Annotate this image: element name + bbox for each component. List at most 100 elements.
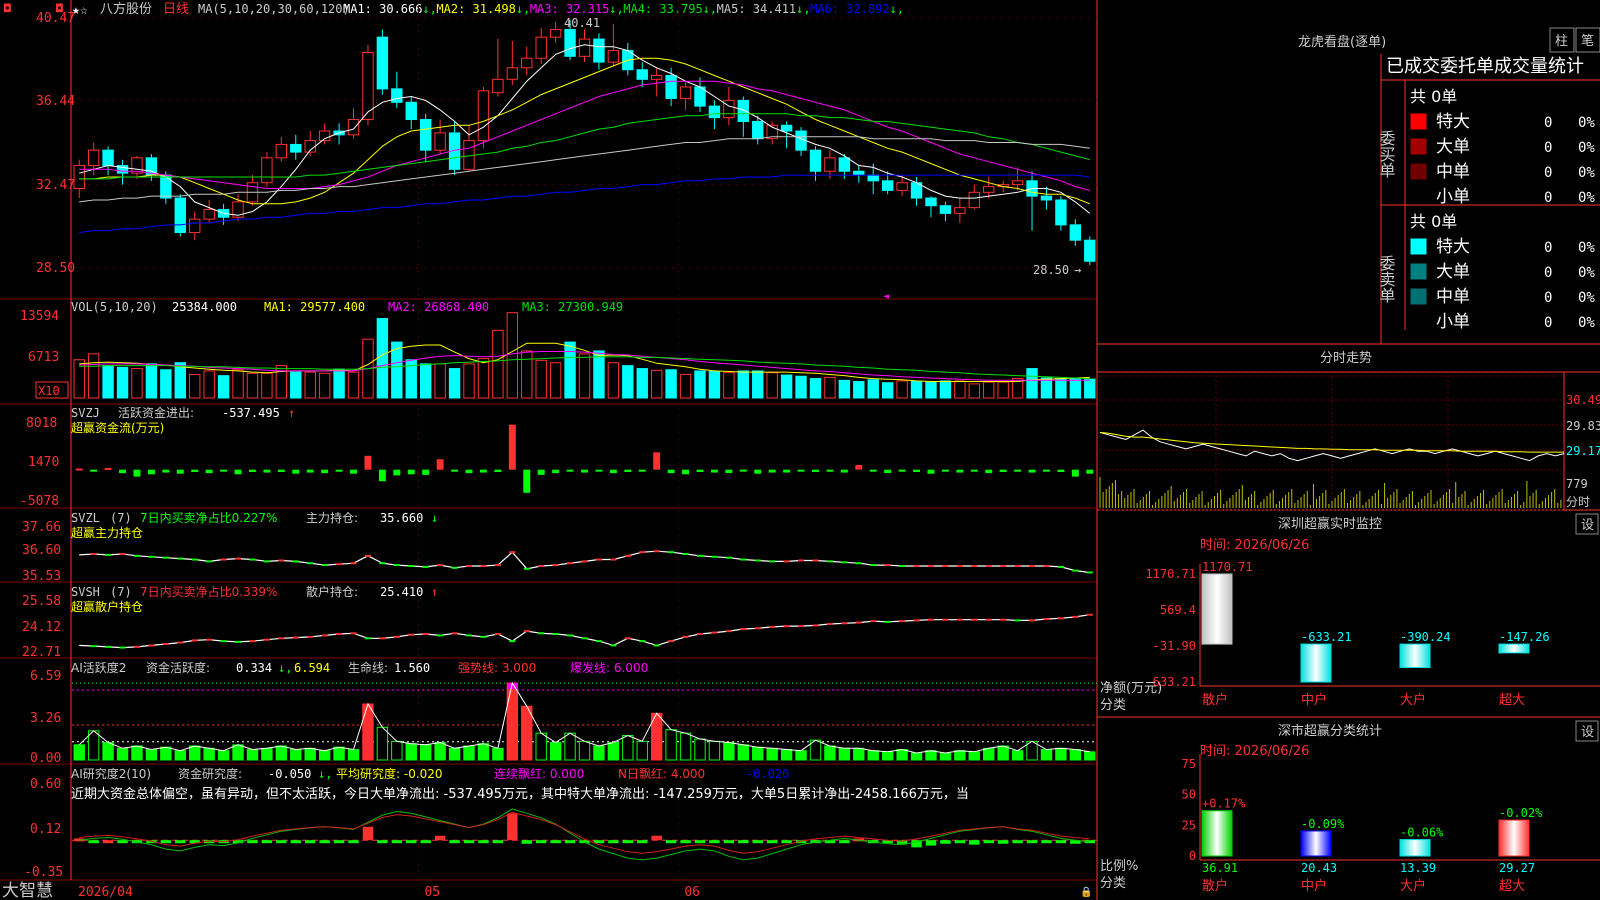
research-bar[interactable] bbox=[969, 840, 980, 845]
activity-bar[interactable] bbox=[246, 749, 259, 761]
ai-active-chart[interactable] bbox=[72, 681, 1097, 761]
activity-bar[interactable] bbox=[405, 743, 417, 761]
svzj-bar[interactable] bbox=[826, 469, 834, 472]
volume-bar-down[interactable] bbox=[853, 381, 865, 399]
volume-bar-up[interactable] bbox=[549, 362, 562, 399]
volume-bar-up[interactable] bbox=[679, 373, 692, 399]
svzj-bar[interactable] bbox=[335, 469, 343, 472]
svzj-bar[interactable] bbox=[465, 469, 473, 474]
activity-bar[interactable] bbox=[607, 742, 620, 761]
volume-bar-up[interactable] bbox=[492, 329, 504, 399]
candle-up[interactable] bbox=[650, 74, 663, 80]
volume-bar-up[interactable] bbox=[261, 372, 273, 399]
svzj-bar[interactable] bbox=[292, 469, 300, 474]
volume-bar-up[interactable] bbox=[246, 372, 259, 399]
volume-bar-down[interactable] bbox=[564, 341, 576, 399]
research-bar[interactable] bbox=[160, 840, 172, 844]
svzj-bar[interactable] bbox=[191, 469, 199, 472]
svzj-bar[interactable] bbox=[783, 469, 791, 473]
volume-bar-down[interactable] bbox=[665, 369, 677, 399]
svzj-bar[interactable] bbox=[147, 469, 155, 475]
svzj-bar[interactable] bbox=[566, 469, 574, 472]
research-bar[interactable] bbox=[102, 840, 114, 844]
activity-bar[interactable] bbox=[304, 747, 316, 761]
svzj-bar[interactable] bbox=[508, 424, 516, 470]
activity-bar[interactable] bbox=[116, 747, 129, 761]
svzj-bar[interactable] bbox=[682, 469, 690, 475]
activity-bar[interactable] bbox=[420, 744, 432, 761]
volume-bar-up[interactable] bbox=[434, 363, 446, 399]
candle-down[interactable] bbox=[174, 197, 186, 234]
volume-bar-down[interactable] bbox=[376, 318, 389, 399]
activity-bar[interactable] bbox=[997, 745, 1009, 761]
svzj-bar[interactable] bbox=[999, 469, 1007, 472]
svzj-bar[interactable] bbox=[350, 469, 357, 474]
candle-down[interactable] bbox=[867, 174, 879, 182]
svzj-bar[interactable] bbox=[1071, 469, 1079, 477]
activity-bar[interactable] bbox=[333, 746, 345, 761]
volume-bar-up[interactable] bbox=[607, 362, 620, 399]
candle-down[interactable] bbox=[1084, 239, 1096, 262]
activity-bar[interactable] bbox=[1069, 749, 1082, 761]
svzj-bar[interactable] bbox=[1043, 469, 1050, 472]
volume-bar-up[interactable] bbox=[131, 368, 143, 399]
svzj-bar[interactable] bbox=[1086, 469, 1094, 474]
svzj-bar[interactable] bbox=[855, 465, 863, 470]
research-bar[interactable] bbox=[247, 840, 258, 844]
volume-bar-down[interactable] bbox=[420, 363, 432, 399]
volume-bar-up[interactable] bbox=[968, 383, 980, 399]
research-bar[interactable] bbox=[1055, 840, 1067, 844]
activity-bar[interactable] bbox=[232, 744, 244, 761]
svzj-bar[interactable] bbox=[176, 469, 184, 474]
stock-name[interactable]: 八方股份 bbox=[100, 1, 152, 17]
svzj-bar[interactable] bbox=[624, 469, 632, 472]
research-bar[interactable] bbox=[434, 835, 446, 841]
candle-down[interactable] bbox=[925, 197, 937, 207]
activity-bar[interactable] bbox=[217, 750, 230, 761]
volume-bar-down[interactable] bbox=[708, 371, 721, 399]
activity-bar[interactable] bbox=[925, 750, 937, 761]
svzj-bar[interactable] bbox=[653, 452, 661, 470]
candle-down[interactable] bbox=[809, 149, 822, 172]
candle-up[interactable] bbox=[203, 209, 215, 220]
svzj-bar[interactable] bbox=[1014, 469, 1022, 472]
volume-bar-down[interactable] bbox=[881, 382, 894, 399]
research-bar[interactable] bbox=[680, 840, 691, 844]
candle-down[interactable] bbox=[708, 105, 721, 119]
candle-down[interactable] bbox=[853, 170, 865, 176]
activity-bar[interactable] bbox=[766, 747, 778, 761]
svzj-bar[interactable] bbox=[696, 469, 704, 472]
svzj-bar[interactable] bbox=[494, 469, 502, 472]
activity-bar[interactable] bbox=[347, 749, 360, 761]
activity-bar[interactable] bbox=[261, 747, 273, 761]
svzj-bar[interactable] bbox=[884, 469, 892, 474]
candle-up[interactable] bbox=[521, 57, 533, 69]
volume-bar-up[interactable] bbox=[723, 372, 735, 399]
candle-up[interactable] bbox=[679, 86, 692, 99]
activity-bar[interactable] bbox=[535, 732, 547, 761]
activity-bar[interactable] bbox=[1084, 751, 1096, 761]
svzj-bar[interactable] bbox=[364, 455, 372, 470]
activity-bar[interactable] bbox=[203, 747, 215, 761]
volume-bar-up[interactable] bbox=[477, 358, 490, 399]
svzj-bar[interactable] bbox=[407, 469, 415, 475]
category-bar-中户[interactable] bbox=[1300, 830, 1332, 857]
activity-bar[interactable] bbox=[838, 747, 851, 761]
activity-bar[interactable] bbox=[954, 750, 966, 761]
activity-bar[interactable] bbox=[983, 747, 995, 761]
research-bar[interactable] bbox=[637, 840, 648, 844]
svzj-bar[interactable] bbox=[927, 469, 935, 474]
activity-bar[interactable] bbox=[391, 740, 403, 761]
volume-bar-up[interactable] bbox=[318, 372, 331, 399]
activity-bar[interactable] bbox=[939, 752, 952, 761]
volume-bar-down[interactable] bbox=[1040, 377, 1053, 399]
candle-down[interactable] bbox=[564, 28, 576, 57]
monitor-bar-中户[interactable] bbox=[1300, 643, 1332, 683]
category-bar-超大[interactable] bbox=[1498, 819, 1530, 857]
svsh-line[interactable] bbox=[79, 614, 1090, 649]
volume-bar-down[interactable] bbox=[593, 350, 605, 399]
activity-bar[interactable] bbox=[506, 682, 519, 761]
activity-bar[interactable] bbox=[549, 742, 562, 761]
ai-research-chart[interactable] bbox=[72, 808, 1097, 861]
candle-up[interactable] bbox=[506, 67, 519, 80]
